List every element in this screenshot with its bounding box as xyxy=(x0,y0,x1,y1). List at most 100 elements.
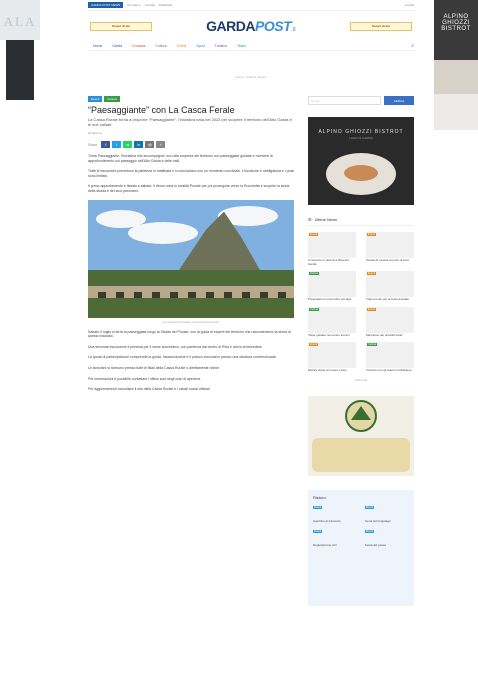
latest-news-heading: ☰ Ultime News xyxy=(308,217,414,226)
whatsapp-icon[interactable]: w xyxy=(123,141,133,148)
login-link[interactable]: Accedi xyxy=(405,3,414,7)
site-logo[interactable]: GARDA POST .it xyxy=(206,18,296,34)
article: Eventi Cultura “Paesaggiante” con La Casc… xyxy=(88,96,294,392)
twitter-icon[interactable]: t xyxy=(112,141,122,148)
latest-news-title[interactable]: Presentato il nuovo libro sul lago xyxy=(308,298,356,302)
latest-news-card[interactable]: Eventi Mercatino dei prodotti locali xyxy=(366,306,414,338)
logo-text-tld: .it xyxy=(291,27,296,33)
latest-news-title[interactable]: Incontro con gli autori in biblioteca xyxy=(366,369,414,373)
latest-news-title[interactable]: Mostra d'arte al museo civico xyxy=(308,369,356,373)
latest-news-card[interactable]: Eventi Serata di musica al porto di Arco xyxy=(366,232,414,266)
nav-item-turismo[interactable]: Turismo xyxy=(215,44,228,48)
latest-news-card[interactable]: Eventi Tutto pronto per la festa d'estate xyxy=(366,271,414,302)
category-tag[interactable]: Cultura xyxy=(104,96,121,102)
nav-item-cultura[interactable]: Cultura xyxy=(155,44,166,48)
list-icon: ☰ xyxy=(308,217,312,222)
right-skin-title: ALPINO GHIOZZI BISTROT xyxy=(441,14,471,32)
latest-news-title[interactable]: Il concerto in piazza a Riva del Garda xyxy=(308,258,356,266)
nav-item-video[interactable]: Video xyxy=(237,44,246,48)
more-news-link[interactable]: Vedi tutte xyxy=(308,378,414,382)
nav-item-garda[interactable]: Garda xyxy=(112,44,122,48)
latest-news-tag: Eventi xyxy=(367,307,376,311)
photo-cloud xyxy=(128,221,198,244)
latest-news-tag: Eventi xyxy=(309,233,318,236)
nav-item-cronaca[interactable]: Cronaca xyxy=(132,44,145,48)
latest-news-tag: Eventi xyxy=(367,272,376,276)
latest-news-grid: Eventi Il concerto in piazza a Riva del G… xyxy=(308,232,414,373)
sidebar-box-item-title[interactable]: Degustazione vini xyxy=(313,543,357,548)
photo-arches xyxy=(88,291,294,298)
search-icon[interactable]: ⌕ xyxy=(411,43,414,49)
top-bar-link[interactable]: Contatti xyxy=(145,3,155,7)
sidebar-ad-bistrot[interactable]: ALPINO GHIOZZI BISTROT LAGO DI GARDA xyxy=(308,117,414,205)
latest-news-card[interactable]: Eventi Mostra d'arte al museo civico xyxy=(308,342,356,373)
facebook-icon[interactable]: f xyxy=(101,141,111,148)
latest-news-card[interactable]: Cultura Presentato il nuovo libro sul lag… xyxy=(308,271,356,302)
top-bar-link[interactable]: Pubblicità xyxy=(159,3,172,7)
sidebar-box-item[interactable]: Eventi Festa del pesce xyxy=(365,529,409,548)
right-skin-ad[interactable]: ALPINO GHIOZZI BISTROT xyxy=(434,0,478,677)
sidebar-box-tag: Eventi xyxy=(313,505,322,509)
sidebar-box-item-title[interactable]: Festa del pesce xyxy=(365,543,409,548)
article-author[interactable]: Redazione xyxy=(88,131,102,135)
sidebar-box-item-title[interactable]: Aperitivo al tramonto xyxy=(313,519,357,524)
latest-news-card[interactable]: Cultura Incontro con gli autori in biblio… xyxy=(366,342,414,373)
top-bar: GARDA POST NEWS Chi siamo Contatti Pubbl… xyxy=(88,0,414,11)
top-bar-link[interactable]: Chi siamo xyxy=(127,3,140,7)
header-ad-right[interactable]: Scopri di più xyxy=(349,21,412,31)
share-bar: Share f t w in @ + xyxy=(88,141,294,148)
article-paragraph: Per aggiornamenti consultare il sito del… xyxy=(88,387,211,392)
page-container: GARDA POST NEWS Chi siamo Contatti Pubbl… xyxy=(88,0,414,677)
left-skin-logo: ALA xyxy=(3,14,37,29)
article-meta: Redazione xyxy=(88,131,294,135)
latest-news-card[interactable]: Eventi Il concerto in piazza a Riva del G… xyxy=(308,232,356,266)
nav-item-home[interactable]: Home xyxy=(93,44,102,48)
email-icon[interactable]: @ xyxy=(145,141,155,148)
latest-news-card[interactable]: Cultura Visite guidate nel centro storico xyxy=(308,306,356,338)
left-skin-building-image xyxy=(6,40,34,100)
sidebar-box-thumbnail: Eventi xyxy=(313,505,357,520)
right-skin-header: ALPINO GHIOZZI BISTROT xyxy=(434,0,478,60)
article-paragraph: Torna Paesaggiante, l'iniziativa che acc… xyxy=(88,154,273,163)
article-title: “Paesaggiante” con La Casca Ferale xyxy=(88,105,235,115)
cheese-image xyxy=(312,437,410,472)
sidebar-ad-subtitle: LAGO DI GARDA xyxy=(349,136,373,140)
top-bar-brand-pill[interactable]: GARDA POST NEWS xyxy=(88,2,124,8)
site-header: Scopri di più GARDA POST .it Scopri di p… xyxy=(88,11,414,41)
latest-news-tag: Eventi xyxy=(309,343,318,347)
search-input[interactable]: Cerca... xyxy=(308,96,381,105)
nav-item-sport[interactable]: Sport xyxy=(196,44,204,48)
latest-news-title[interactable]: Serata di musica al porto di Arco xyxy=(366,258,414,263)
header-ad-left[interactable]: Scopri di più xyxy=(90,21,152,31)
right-skin-food-image-2 xyxy=(434,94,478,130)
sidebar-box-tag: Eventi xyxy=(365,529,374,533)
linkedin-icon[interactable]: in xyxy=(134,141,144,148)
photo-caption: La strada del Ponale vista dalla Rocchet… xyxy=(162,319,220,324)
sidebar-ad-cheese[interactable] xyxy=(308,395,414,476)
latest-news-tag: Cultura xyxy=(309,272,320,276)
category-tag[interactable]: Eventi xyxy=(88,96,103,102)
latest-news-tag: Cultura xyxy=(309,307,320,311)
sidebar-box-item-title[interactable]: Cena sul lungolago xyxy=(365,519,409,524)
logo-text-post: POST xyxy=(255,18,292,34)
latest-news-thumbnail: Eventi xyxy=(308,232,356,258)
nav-item-eventi[interactable]: Eventi xyxy=(177,44,187,48)
logo-text-garda: GARDA xyxy=(206,18,256,34)
latest-news-title[interactable]: Tutto pronto per la festa d'estate xyxy=(366,298,414,302)
latest-news-thumbnail: Cultura xyxy=(308,306,356,333)
sidebar-box-tag: Eventi xyxy=(313,529,322,533)
left-skin-ad[interactable]: ALA xyxy=(0,0,40,677)
sidebar-box-item[interactable]: Eventi Cena sul lungolago xyxy=(365,505,409,524)
latest-news-title[interactable]: Mercatino dei prodotti locali xyxy=(366,333,414,338)
latest-news-title[interactable]: Visite guidate nel centro storico xyxy=(308,333,356,338)
article-photo xyxy=(88,199,294,318)
main-nav: Home Garda Cronaca Cultura Eventi Sport Turism… xyxy=(88,41,414,51)
sidebar-box-item[interactable]: Eventi Aperitivo al tramonto xyxy=(313,505,357,524)
search-button[interactable]: CERCA xyxy=(384,96,414,105)
latest-news-thumbnail: Cultura xyxy=(308,271,356,298)
sidebar-box-item[interactable]: Eventi Degustazione vini xyxy=(313,529,357,548)
latest-news-tag: Cultura xyxy=(367,343,378,347)
article-paragraph: Una seconda escursione è prevista per il… xyxy=(88,344,263,349)
share-icon[interactable]: + xyxy=(156,141,166,148)
sidebar-box-thumbnail: Eventi xyxy=(365,529,409,544)
